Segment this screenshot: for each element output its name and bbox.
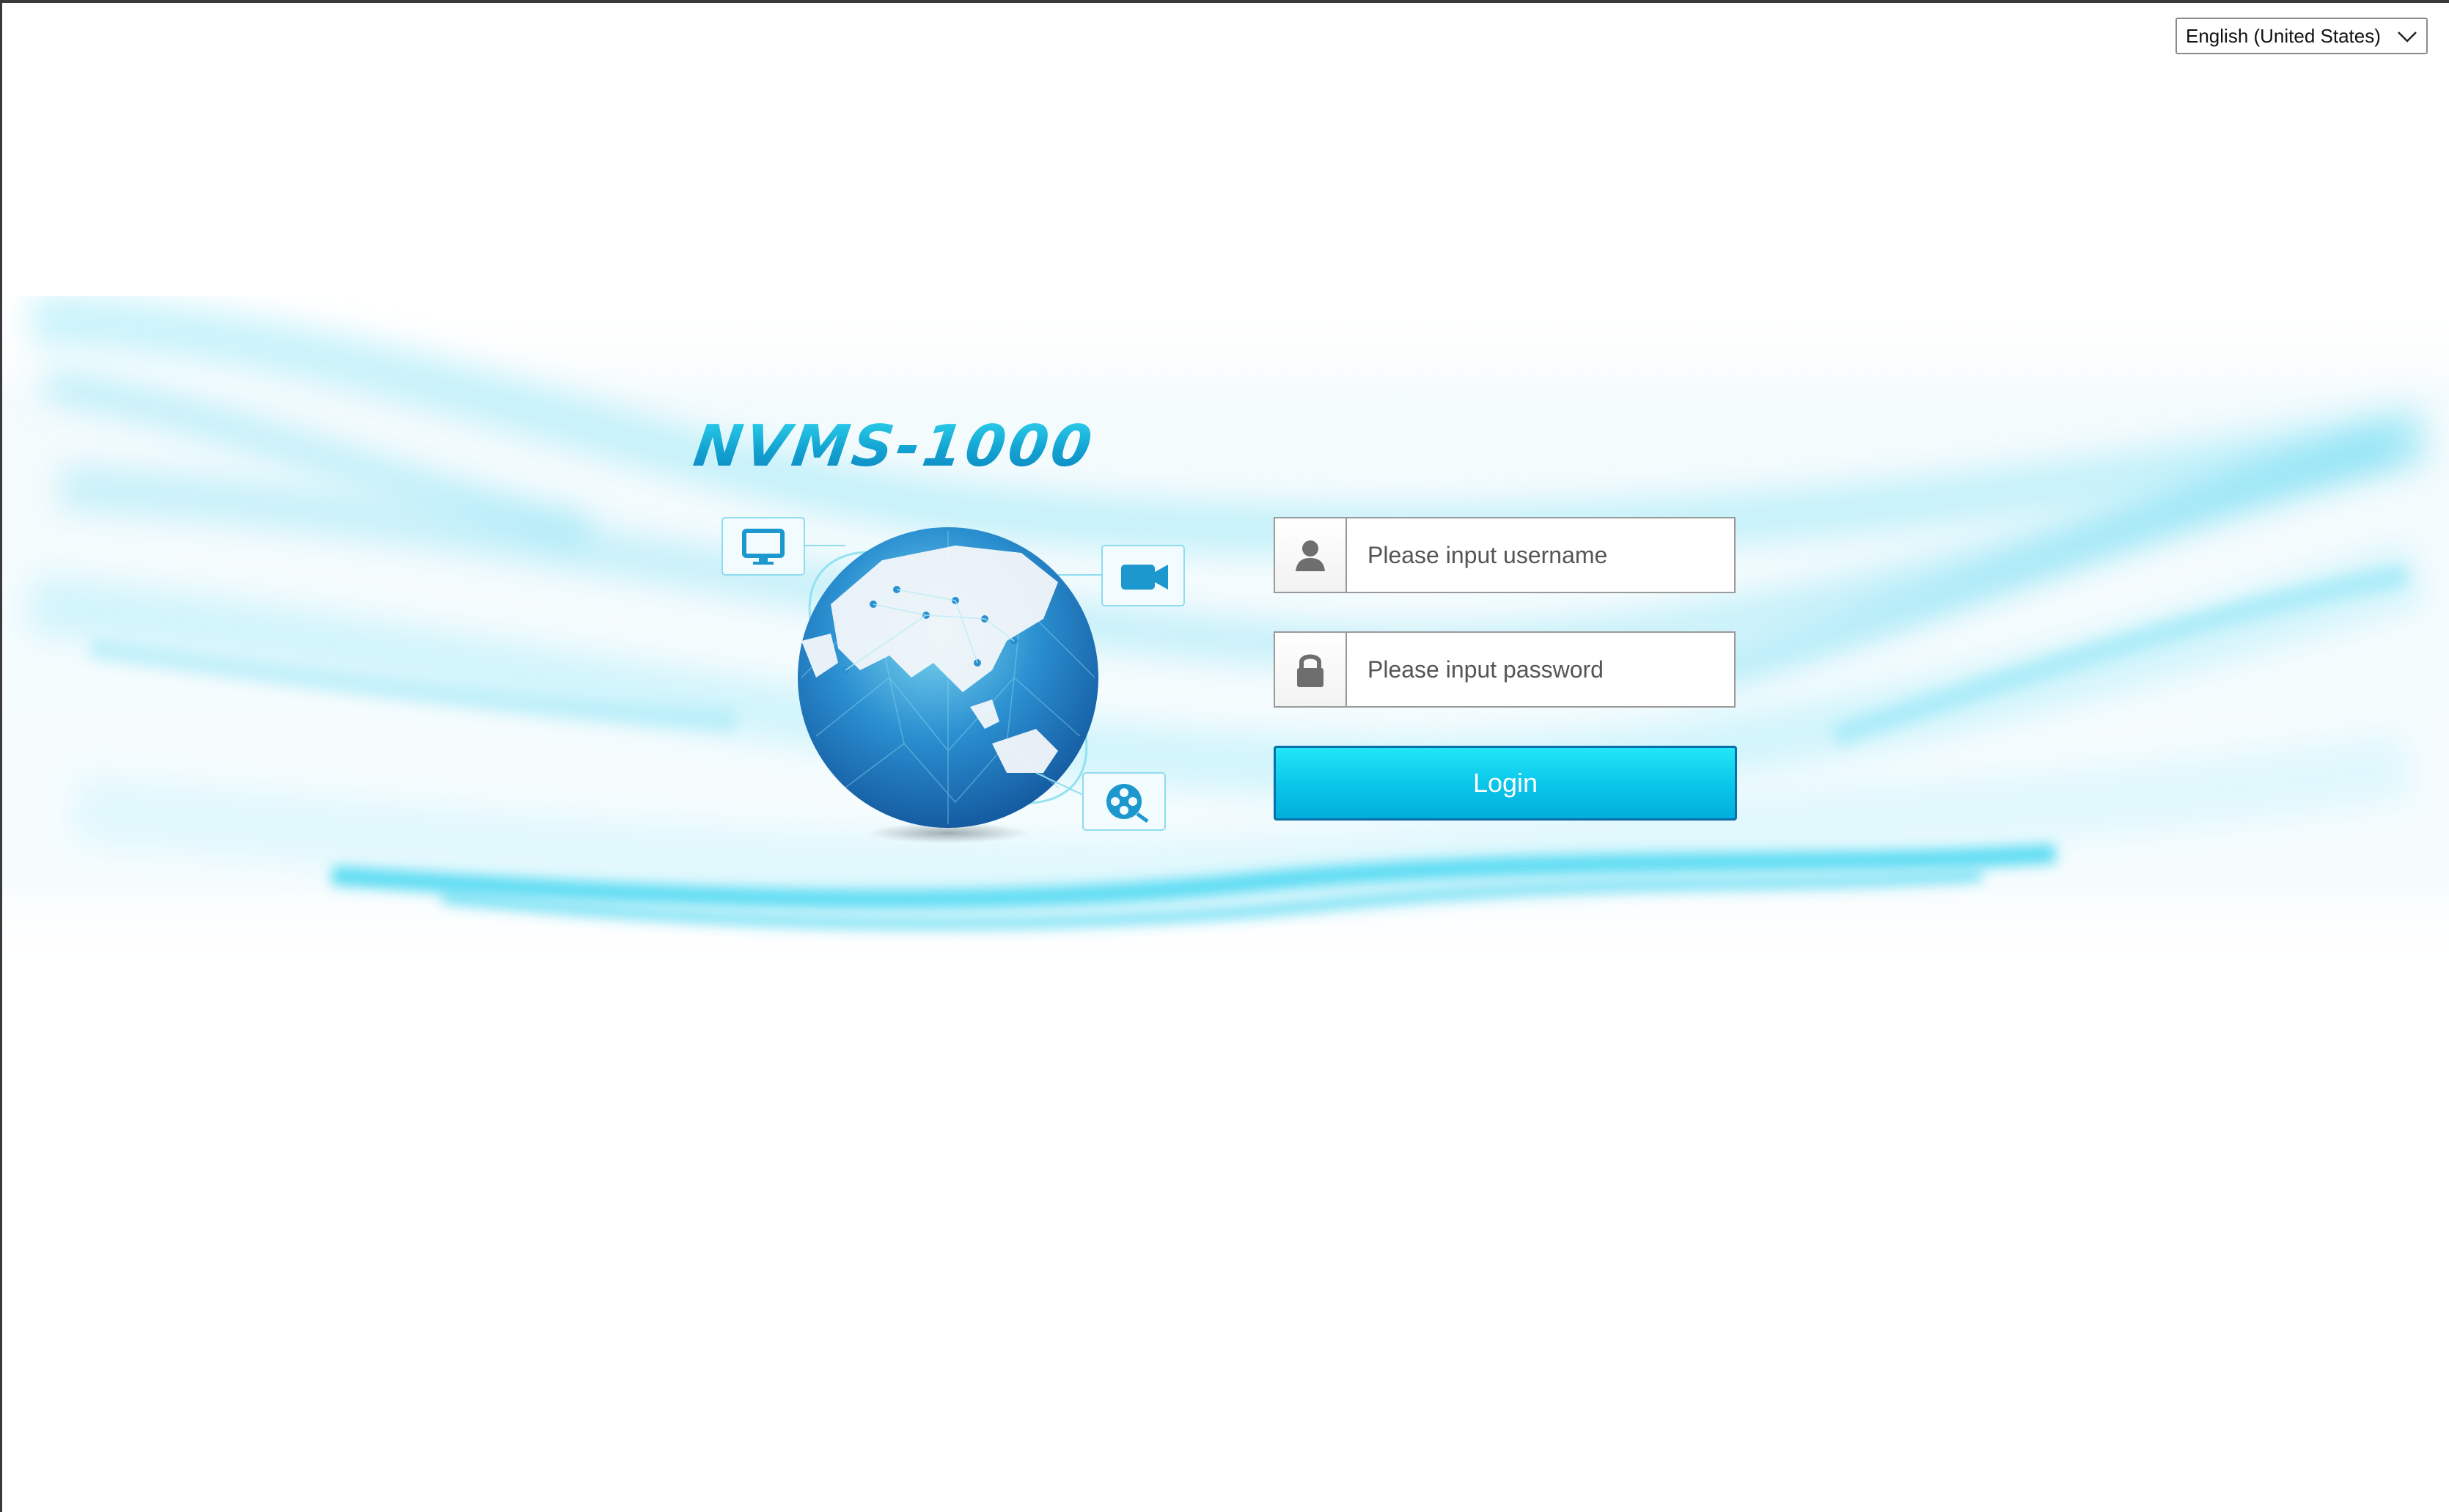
username-input[interactable] <box>1347 518 1734 592</box>
password-field[interactable] <box>1274 631 1736 708</box>
video-camera-icon <box>1058 545 1185 606</box>
film-reel-icon <box>1035 772 1166 831</box>
language-select[interactable]: English (United States) <box>2176 18 2428 54</box>
globe-illustration <box>722 517 1185 843</box>
password-input[interactable] <box>1347 633 1734 706</box>
user-icon <box>1296 540 1325 571</box>
language-select-value: English (United States) <box>2186 24 2381 47</box>
username-field[interactable] <box>1274 517 1736 593</box>
background-wave-art <box>2 296 2449 986</box>
chevron-down-icon <box>2398 32 2417 43</box>
lock-icon <box>1297 654 1323 687</box>
login-button-label: Login <box>1472 768 1538 798</box>
user-icon-box <box>1275 518 1347 592</box>
app-logo: NVMS-1000 <box>689 414 1099 480</box>
lock-icon-box <box>1275 633 1347 706</box>
login-button[interactable]: Login <box>1274 746 1737 821</box>
login-page: English (United States) NVMS-1000 Please… <box>0 0 2449 1512</box>
